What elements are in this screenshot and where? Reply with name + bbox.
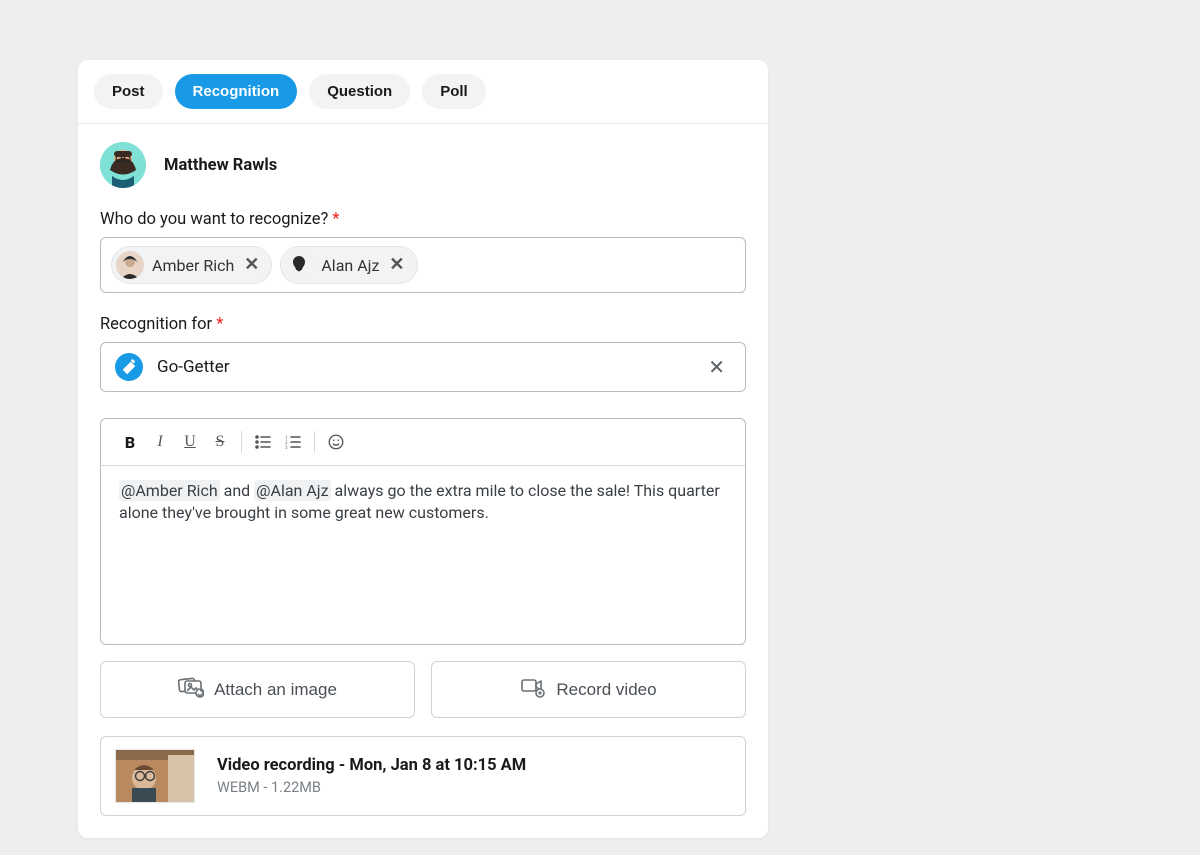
who-label: Who do you want to recognize? *	[100, 210, 746, 229]
mention[interactable]: @Alan Ajz	[254, 480, 330, 501]
tab-question[interactable]: Question	[309, 74, 410, 109]
media-title: Video recording - Mon, Jan 8 at 10:15 AM	[217, 756, 526, 775]
tab-post[interactable]: Post	[94, 74, 163, 109]
video-thumbnail[interactable]	[115, 749, 195, 803]
italic-button[interactable]: I	[145, 427, 175, 457]
required-marker: *	[216, 315, 223, 334]
for-label: Recognition for *	[100, 315, 746, 334]
svg-text:3: 3	[285, 446, 288, 451]
avatar	[285, 251, 313, 279]
attached-media-card: Video recording - Mon, Jan 8 at 10:15 AM…	[100, 736, 746, 816]
post-type-tabs: Post Recognition Question Poll	[78, 60, 768, 124]
form-content: Matthew Rawls Who do you want to recogni…	[78, 124, 768, 838]
tab-recognition[interactable]: Recognition	[175, 74, 298, 109]
record-video-button[interactable]: Record video	[431, 661, 746, 718]
required-marker: *	[332, 210, 339, 229]
editor-body[interactable]: @Amber Rich and @Alan Ajz always go the …	[101, 466, 745, 644]
author-row: Matthew Rawls	[100, 142, 746, 188]
image-attachment-icon	[178, 676, 204, 703]
strikethrough-button[interactable]: S	[205, 427, 235, 457]
bulleted-list-button[interactable]	[248, 427, 278, 457]
rich-text-editor: B I U S 123 @Amber Rich and @Alan Ajz al…	[100, 418, 746, 645]
bold-button[interactable]: B	[115, 427, 145, 457]
numbered-list-button[interactable]: 123	[278, 427, 308, 457]
toolbar-separator	[241, 431, 242, 453]
award-badge-icon	[115, 353, 143, 381]
editor-toolbar: B I U S 123	[101, 419, 745, 466]
underline-button[interactable]: U	[175, 427, 205, 457]
chip-label: Alan Ajz	[321, 256, 379, 275]
clear-selection-icon[interactable]: ✕	[702, 353, 731, 381]
emoji-button[interactable]	[321, 427, 351, 457]
media-meta: WEBM - 1.22MB	[217, 779, 526, 796]
author-avatar	[100, 142, 146, 188]
chip-label: Amber Rich	[152, 256, 234, 275]
tab-poll[interactable]: Poll	[422, 74, 486, 109]
attach-image-label: Attach an image	[214, 680, 337, 700]
recognition-for-select[interactable]: Go-Getter ✕	[100, 342, 746, 392]
video-record-icon	[520, 676, 546, 703]
toolbar-separator	[314, 431, 315, 453]
recognizee-chip: Amber Rich ✕	[111, 246, 272, 284]
recognizee-input[interactable]: Amber Rich ✕ Alan Ajz ✕	[100, 237, 746, 293]
remove-chip-icon[interactable]: ✕	[387, 256, 406, 274]
record-video-label: Record video	[556, 680, 656, 700]
compose-card: Post Recognition Question Poll Matthew R…	[78, 60, 768, 838]
remove-chip-icon[interactable]: ✕	[242, 256, 261, 274]
author-name: Matthew Rawls	[164, 156, 277, 175]
avatar	[116, 251, 144, 279]
recognizee-chip: Alan Ajz ✕	[280, 246, 417, 284]
attach-image-button[interactable]: Attach an image	[100, 661, 415, 718]
recognition-for-value: Go-Getter	[157, 357, 688, 377]
mention[interactable]: @Amber Rich	[119, 480, 220, 501]
attachment-buttons: Attach an image Record video	[100, 661, 746, 718]
editor-text: and	[220, 481, 255, 500]
media-info: Video recording - Mon, Jan 8 at 10:15 AM…	[217, 756, 526, 796]
